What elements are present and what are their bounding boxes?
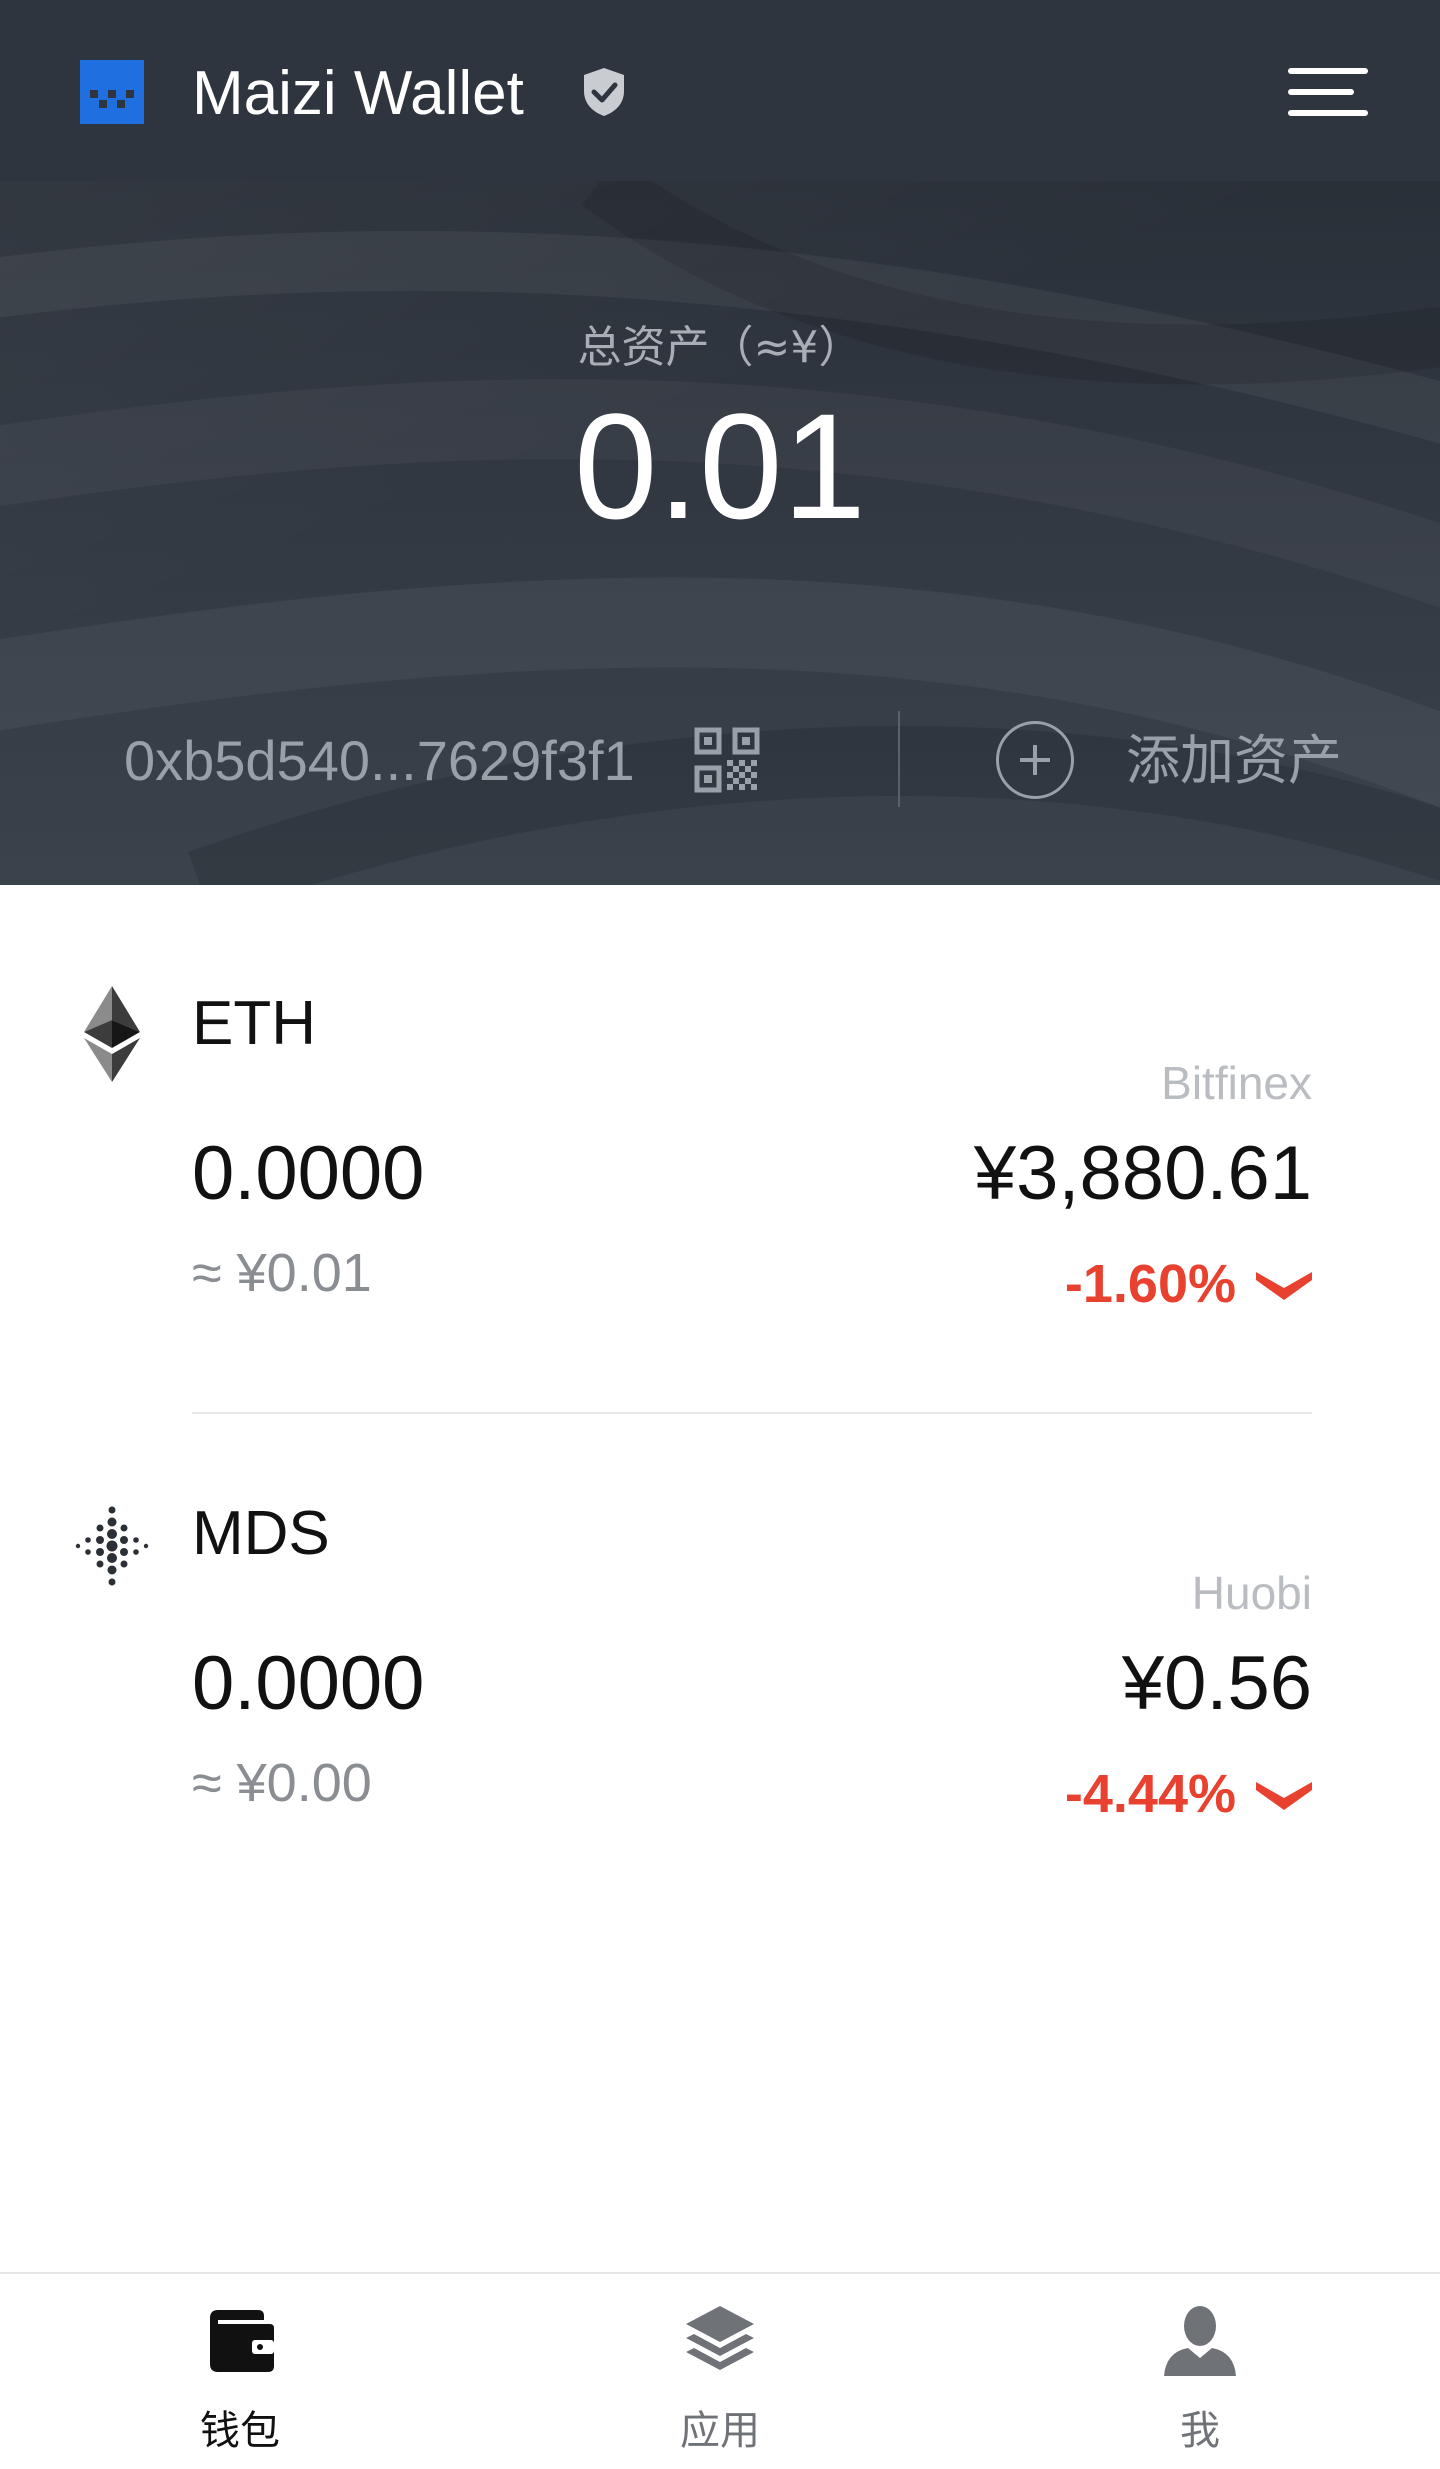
add-asset-label: 添加资产 <box>1126 729 1342 792</box>
hero-divider <box>898 711 900 807</box>
total-assets-value: 0.01 <box>574 382 866 550</box>
app-title: Maizi Wallet <box>192 59 524 128</box>
asset-change: -1.60% <box>1065 1256 1312 1312</box>
chevron-down-icon <box>1256 1782 1312 1810</box>
list-divider <box>192 1412 1312 1414</box>
tab-me-label: 我 <box>1180 2408 1220 2454</box>
asset-price: ¥3,880.61 <box>973 1131 1312 1216</box>
asset-price: ¥0.56 <box>1121 1641 1312 1726</box>
asset-balance-cny: ≈ ¥0.00 <box>192 1753 372 1813</box>
total-assets-panel: 总资产（≈¥） 0.01 0xb5d540...7629f3f1 添加资产 <box>0 181 1440 885</box>
asset-balance: 0.0000 <box>192 1641 425 1726</box>
user-icon <box>1164 2306 1236 2376</box>
tab-apps-label: 应用 <box>680 2408 760 2454</box>
asset-balance: 0.0000 <box>192 1131 425 1216</box>
plus-circle-icon <box>996 721 1074 799</box>
mds-dots-icon <box>75 1506 149 1586</box>
asset-name: MDS <box>192 1499 330 1568</box>
asset-change-value: -4.44% <box>1064 1764 1236 1824</box>
bottom-navigation: 钱包 应用 我 <box>0 2272 1440 2469</box>
asset-name: ETH <box>192 989 316 1058</box>
asset-exchange: Bitfinex <box>1161 1057 1312 1109</box>
tab-apps[interactable]: 应用 <box>570 2274 870 2469</box>
tab-wallet[interactable]: 钱包 <box>90 2274 390 2469</box>
tab-wallet-label: 钱包 <box>200 2408 280 2454</box>
ethereum-icon <box>84 986 140 1082</box>
add-asset-button[interactable]: 添加资产 <box>996 719 1396 803</box>
wallet-icon <box>210 2310 274 2372</box>
maizi-logo-icon <box>80 60 144 124</box>
top-bar: Maizi Wallet <box>0 0 1440 181</box>
asset-change: -4.44% <box>1065 1766 1312 1822</box>
layers-icon <box>686 2306 754 2370</box>
tab-me[interactable]: 我 <box>1050 2274 1350 2469</box>
shield-check-icon <box>584 68 624 116</box>
hamburger-menu-icon[interactable] <box>1288 64 1368 120</box>
asset-exchange: Huobi <box>1191 1567 1312 1619</box>
chevron-down-icon <box>1256 1272 1312 1300</box>
asset-change-value: -1.60% <box>1064 1254 1236 1314</box>
qr-code-icon[interactable] <box>694 727 760 793</box>
wallet-address[interactable]: 0xb5d540...7629f3f1 <box>124 721 635 801</box>
asset-row-mds[interactable]: MDS Huobi 0.0000 ¥0.56 ≈ ¥0.00 -4.44% <box>0 1470 1440 1890</box>
asset-row-eth[interactable]: ETH Bitfinex 0.0000 ¥3,880.61 ≈ ¥0.01 -1… <box>0 960 1440 1380</box>
asset-balance-cny: ≈ ¥0.01 <box>192 1243 372 1303</box>
total-assets-label: 总资产（≈¥） <box>577 322 863 373</box>
